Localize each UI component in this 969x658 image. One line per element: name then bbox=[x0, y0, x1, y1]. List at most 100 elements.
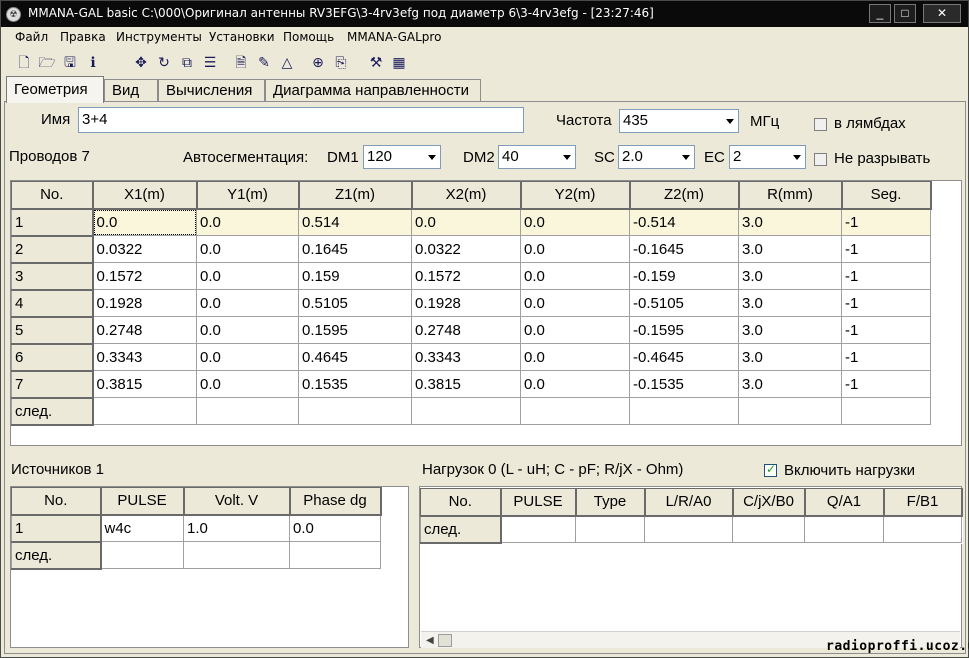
table-cell[interactable]: 0.5105 bbox=[298, 289, 412, 317]
document-icon[interactable]: 🗎 bbox=[232, 53, 250, 71]
table-cell[interactable]: 0.1928 bbox=[92, 289, 197, 317]
col-voltage[interactable]: Volt. V bbox=[183, 487, 291, 516]
table-row[interactable]: 1 w4c 1.0 0.0 bbox=[11, 514, 381, 543]
row-number[interactable]: 7 bbox=[11, 370, 94, 399]
table-cell[interactable]: 0.0 bbox=[289, 514, 381, 542]
table-cell[interactable]: 0.1572 bbox=[92, 262, 197, 290]
maximize-button[interactable]: □ bbox=[894, 4, 916, 23]
table-cell[interactable] bbox=[500, 515, 576, 543]
table-cell[interactable]: 0.0 bbox=[520, 208, 630, 236]
col-seg[interactable]: Seg. bbox=[841, 181, 932, 210]
table-cell[interactable]: 3.0 bbox=[738, 235, 842, 263]
table-cell[interactable]: 0.0 bbox=[520, 343, 630, 371]
col-qa1[interactable]: Q/A1 bbox=[804, 488, 885, 517]
table-cell[interactable]: 0.0 bbox=[520, 262, 630, 290]
ec-select[interactable]: 2 bbox=[729, 145, 806, 169]
table-cell[interactable]: -1 bbox=[841, 208, 931, 236]
table-cell[interactable]: -0.159 bbox=[629, 262, 739, 290]
table-row[interactable]: 6 0.3343 0.0 0.4645 0.3343 0.0 -0.4645 3.0 -1 bbox=[11, 343, 931, 372]
sc-select[interactable]: 2.0 bbox=[618, 145, 695, 169]
table-row[interactable]: 4 0.1928 0.0 0.5105 0.1928 0.0 -0.5105 3.0 -1 bbox=[11, 289, 931, 318]
col-x1[interactable]: X1(m) bbox=[92, 181, 198, 210]
minimize-button[interactable]: _ bbox=[869, 4, 891, 23]
table-cell[interactable]: 3.0 bbox=[738, 316, 842, 344]
next-row-label[interactable]: след. bbox=[11, 541, 102, 570]
row-number[interactable]: 2 bbox=[11, 235, 94, 264]
next-row-label[interactable]: след. bbox=[420, 515, 502, 544]
table-cell[interactable]: 3.0 bbox=[738, 262, 842, 290]
scroll-left-icon[interactable]: ◀ bbox=[426, 635, 434, 646]
save-icon[interactable]: 🖫 bbox=[61, 53, 79, 71]
table-cell[interactable]: 3.0 bbox=[738, 208, 842, 236]
col-z1[interactable]: Z1(m) bbox=[298, 181, 413, 210]
table-cell[interactable]: -1 bbox=[841, 262, 931, 290]
col-radius[interactable]: R(mm) bbox=[738, 181, 843, 210]
table-cell[interactable] bbox=[298, 397, 412, 425]
table-cell[interactable]: 0.0 bbox=[196, 262, 299, 290]
table-cell[interactable]: 0.2748 bbox=[411, 316, 521, 344]
table-cell[interactable] bbox=[841, 397, 931, 425]
table-cell[interactable]: -1 bbox=[841, 289, 931, 317]
table-cell[interactable]: 0.3815 bbox=[92, 370, 197, 398]
copy-scale-icon[interactable]: ⧉ bbox=[178, 53, 196, 71]
table-cell[interactable]: 0.1572 bbox=[411, 262, 521, 290]
row-number[interactable]: 1 bbox=[11, 514, 102, 543]
table-cell[interactable]: -0.5105 bbox=[629, 289, 739, 317]
table-cell[interactable]: 0.0 bbox=[196, 208, 299, 236]
table-cell[interactable]: -1 bbox=[841, 370, 931, 398]
col-no[interactable]: No. bbox=[11, 181, 94, 210]
table-cell[interactable]: -0.1595 bbox=[629, 316, 739, 344]
table-cell[interactable]: 0.1595 bbox=[298, 316, 412, 344]
tab-pattern[interactable]: Диаграмма направленности bbox=[265, 79, 481, 102]
table-cell[interactable]: 0.2748 bbox=[92, 316, 197, 344]
table-cell[interactable]: 0.1645 bbox=[298, 235, 412, 263]
menu-help[interactable]: Помощь bbox=[283, 30, 334, 44]
table-cell[interactable]: -0.1535 bbox=[629, 370, 739, 398]
tab-geometry[interactable]: Геометрия bbox=[6, 76, 104, 103]
table-cell[interactable]: -1 bbox=[841, 235, 931, 263]
tools-icon[interactable]: ⚒ bbox=[367, 53, 385, 71]
row-number[interactable]: 3 bbox=[11, 262, 94, 291]
row-number[interactable]: 5 bbox=[11, 316, 94, 345]
table-cell[interactable] bbox=[196, 397, 299, 425]
crosshair-icon[interactable]: ⊕ bbox=[309, 53, 327, 71]
col-z2[interactable]: Z2(m) bbox=[629, 181, 740, 210]
nobreak-checkbox[interactable] bbox=[814, 153, 827, 166]
open-folder-icon[interactable]: 🗁 bbox=[38, 53, 56, 71]
col-pulse[interactable]: PULSE bbox=[100, 487, 185, 516]
table-cell[interactable] bbox=[883, 515, 962, 543]
dm2-select[interactable]: 40 bbox=[498, 145, 576, 169]
table-cell[interactable] bbox=[738, 397, 842, 425]
table-cell[interactable]: 3.0 bbox=[738, 370, 842, 398]
menu-file[interactable]: Файл bbox=[15, 30, 48, 44]
table-cell[interactable]: 3.0 bbox=[738, 289, 842, 317]
table-cell[interactable]: 0.0 bbox=[196, 235, 299, 263]
enable-loads-checkbox[interactable] bbox=[764, 462, 777, 477]
table-row[interactable]: след. bbox=[11, 541, 381, 570]
pen-icon[interactable]: ✎ bbox=[255, 53, 273, 71]
name-input[interactable]: 3+4 bbox=[78, 107, 524, 133]
table-cell[interactable]: -0.514 bbox=[629, 208, 739, 236]
triangle-icon[interactable]: △ bbox=[278, 53, 296, 71]
table-cell[interactable] bbox=[92, 397, 197, 425]
menu-mmana-galpro[interactable]: MMANA-GALpro bbox=[347, 30, 441, 44]
table-cell[interactable]: 3.0 bbox=[738, 343, 842, 371]
col-y1[interactable]: Y1(m) bbox=[196, 181, 300, 210]
table-cell[interactable] bbox=[183, 541, 290, 569]
col-cjxb0[interactable]: C/jX/B0 bbox=[732, 488, 806, 517]
table-cell[interactable]: 0.0 bbox=[520, 316, 630, 344]
scrollbar-thumb[interactable] bbox=[438, 634, 452, 647]
col-no[interactable]: No. bbox=[420, 488, 502, 517]
new-file-icon[interactable]: 🗋 bbox=[15, 53, 33, 71]
table-row[interactable]: 7 0.3815 0.0 0.1535 0.3815 0.0 -0.1535 3.0 -1 bbox=[11, 370, 931, 399]
table-cell[interactable]: 0.0 bbox=[520, 235, 630, 263]
table-cell[interactable] bbox=[804, 515, 884, 543]
table-row[interactable]: след. bbox=[420, 515, 962, 544]
table-cell[interactable] bbox=[644, 515, 733, 543]
rotate-icon[interactable]: ↻ bbox=[155, 53, 173, 71]
col-y2[interactable]: Y2(m) bbox=[520, 181, 631, 210]
calculator-icon[interactable]: ▦ bbox=[390, 53, 408, 71]
table-cell[interactable] bbox=[732, 515, 805, 543]
col-phase[interactable]: Phase dg bbox=[289, 487, 382, 516]
table-cell[interactable]: 0.0322 bbox=[411, 235, 521, 263]
